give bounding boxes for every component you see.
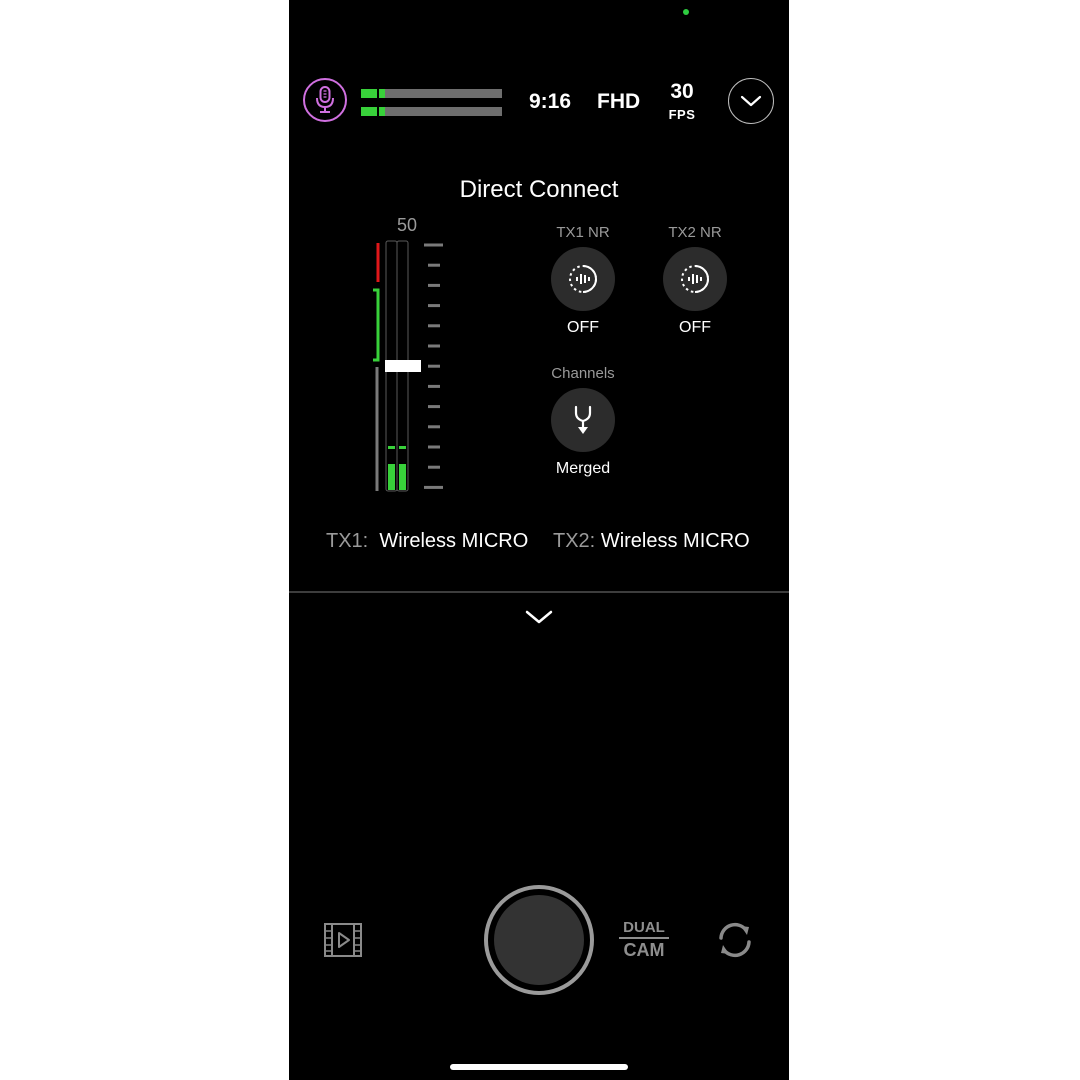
meter-tick — [428, 263, 440, 267]
chevron-down-icon — [740, 95, 762, 107]
dual-cam-line1: DUAL — [619, 920, 669, 939]
tx1-device: TX1: Wireless MICRO — [326, 530, 528, 553]
tx2-name: Wireless MICRO — [600, 530, 750, 552]
collapse-panel-button[interactable] — [521, 603, 557, 631]
channels-control: Channels Merged — [550, 365, 616, 478]
tx1-name: Wireless MICRO — [379, 530, 529, 552]
noise-reduction-icon — [681, 265, 709, 293]
tx1-nr-label: TX1 NR — [556, 224, 610, 241]
fps-label: FPS — [668, 107, 696, 122]
meter-tick — [424, 243, 443, 247]
level-gap-1 — [377, 89, 379, 98]
tx1-nr-control: TX1 NR OFF — [550, 224, 616, 337]
chevron-down-icon — [525, 610, 553, 624]
tx2-nr-value: OFF — [679, 319, 711, 336]
gain-value: 50 — [396, 215, 418, 235]
video-gallery-button[interactable] — [323, 922, 363, 958]
tx1-nr-value: OFF — [567, 319, 599, 336]
merge-channels-icon — [574, 405, 592, 434]
channels-button[interactable] — [551, 388, 615, 452]
level-gap-2 — [377, 107, 379, 116]
microphone-icon — [316, 86, 334, 113]
tx1-nr-button[interactable] — [551, 247, 615, 311]
microphone-button[interactable] — [303, 78, 347, 122]
meter-tick — [428, 465, 440, 469]
expand-settings-button[interactable] — [728, 78, 774, 124]
audio-level-meter-1 — [361, 89, 502, 98]
fps-value[interactable]: 30 — [657, 80, 707, 104]
home-indicator[interactable] — [450, 1064, 628, 1070]
gain-meter-graphic — [373, 240, 443, 492]
level-peak-1 — [381, 89, 385, 98]
tx2-key: TX2: — [553, 530, 596, 552]
record-button[interactable] — [484, 885, 594, 995]
gain-slider[interactable] — [369, 236, 449, 496]
meter-tick — [428, 324, 440, 328]
meter-tick — [428, 425, 440, 429]
level-peak-2 — [381, 107, 385, 116]
meter-tick — [428, 445, 440, 449]
gain-slider-handle[interactable] — [385, 360, 421, 372]
panel-divider — [289, 591, 789, 593]
phone-screen: 9:16 FHD 30 FPS Direct Connect 50 TX1 NR — [289, 0, 789, 1080]
audio-level-meter-2 — [361, 107, 502, 116]
tx1-key: TX1: — [326, 530, 369, 552]
camera-flip-button[interactable] — [713, 918, 757, 962]
meter-tick — [428, 283, 440, 287]
dual-cam-button[interactable]: DUAL CAM — [619, 920, 669, 961]
video-gallery-icon — [324, 923, 362, 957]
privacy-indicator-dot — [683, 9, 689, 15]
meter-tick — [428, 304, 440, 308]
resolution-button[interactable]: FHD — [597, 90, 640, 114]
aspect-ratio-button[interactable]: 9:16 — [529, 90, 571, 114]
camera-flip-icon — [719, 922, 751, 958]
meter-tick — [428, 344, 440, 348]
channels-label: Channels — [551, 365, 615, 382]
meter-tick — [428, 405, 440, 409]
channels-value: Merged — [555, 460, 611, 477]
meter-tick — [424, 485, 443, 489]
panel-title: Direct Connect — [459, 176, 619, 203]
tx2-nr-control: TX2 NR OFF — [662, 224, 728, 337]
dual-cam-line2: CAM — [623, 940, 665, 960]
tx2-nr-button[interactable] — [663, 247, 727, 311]
record-button-core — [494, 895, 584, 985]
tx2-device: TX2: Wireless MICRO — [553, 530, 750, 553]
meter-tick — [428, 364, 440, 368]
meter-tick — [428, 384, 440, 388]
noise-reduction-icon — [569, 265, 597, 293]
tx2-nr-label: TX2 NR — [668, 224, 722, 241]
